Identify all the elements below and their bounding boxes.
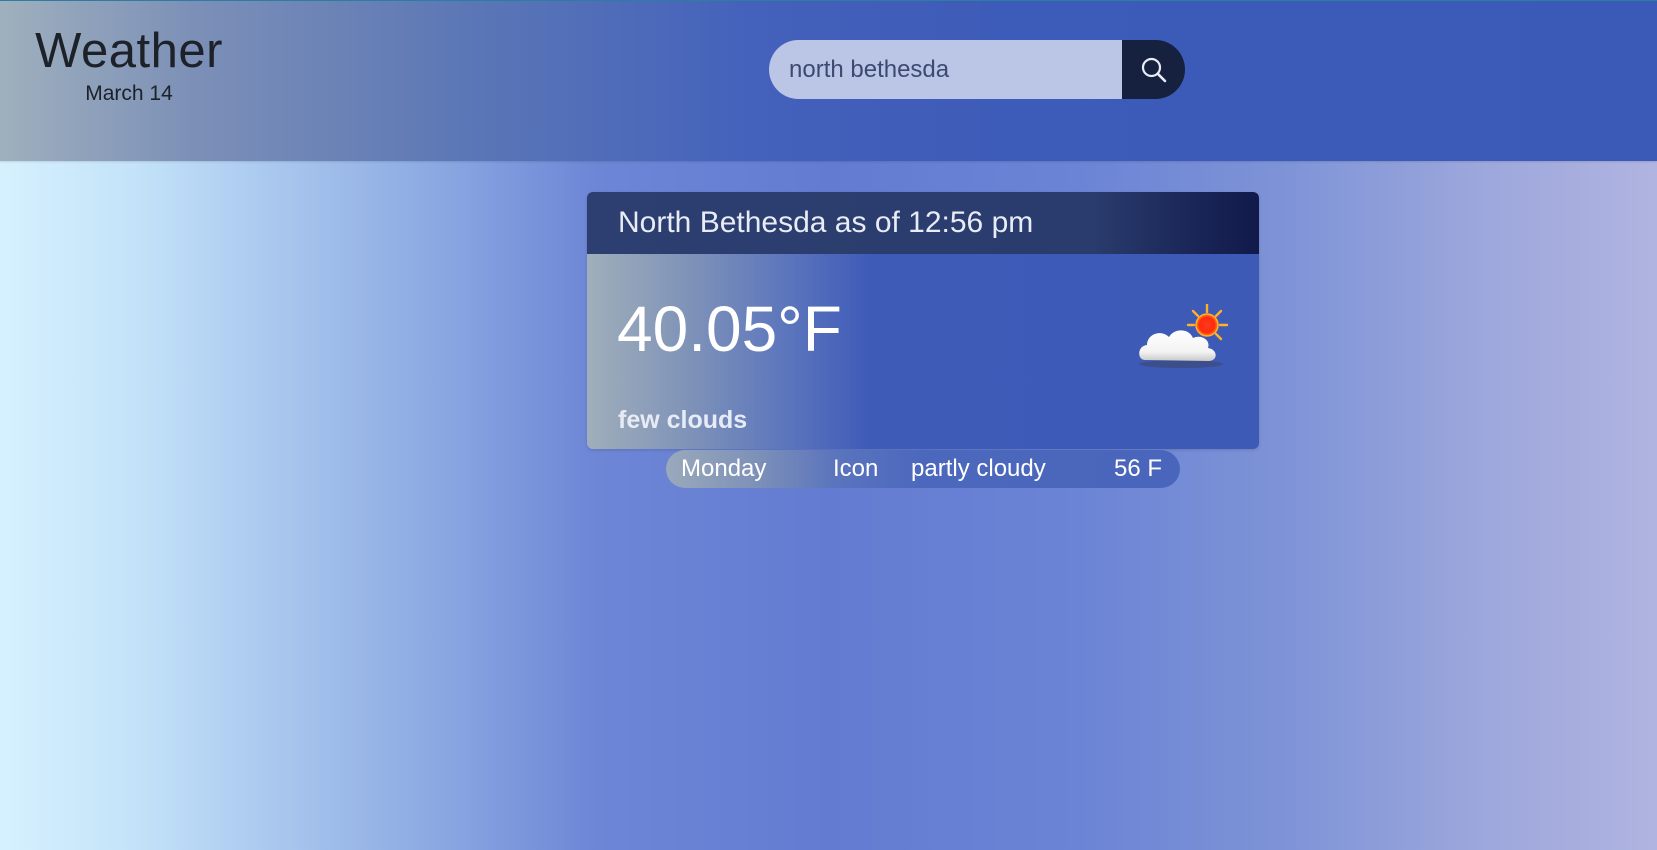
current-weather-body: 40.05°F few clouds <box>587 254 1259 449</box>
current-temperature: 40.05°F <box>617 293 842 365</box>
forecast-row: Monday Icon partly cloudy 56 F <box>666 450 1180 488</box>
forecast-temperature: 56 F <box>1114 455 1163 482</box>
brand: Weather March 14 <box>34 23 224 107</box>
app-title: Weather <box>35 24 223 78</box>
forecast-condition: partly cloudy <box>911 455 1046 482</box>
top-bar: Weather March 14 <box>0 0 1657 161</box>
search-bar <box>769 40 1185 99</box>
search-icon <box>1141 57 1166 82</box>
forecast-icon-placeholder: Icon <box>833 455 879 482</box>
weather-description: few clouds <box>618 406 748 434</box>
current-weather-card: North Bethesda as of 12:56 pm 40.05°F fe… <box>587 192 1259 449</box>
search-input[interactable] <box>769 40 1122 99</box>
partly-cloudy-icon <box>1139 304 1229 368</box>
forecast-day: Monday <box>681 455 767 482</box>
search-button[interactable] <box>1122 40 1185 99</box>
location-time-header: North Bethesda as of 12:56 pm <box>587 192 1259 254</box>
current-date: March 14 <box>85 82 173 105</box>
